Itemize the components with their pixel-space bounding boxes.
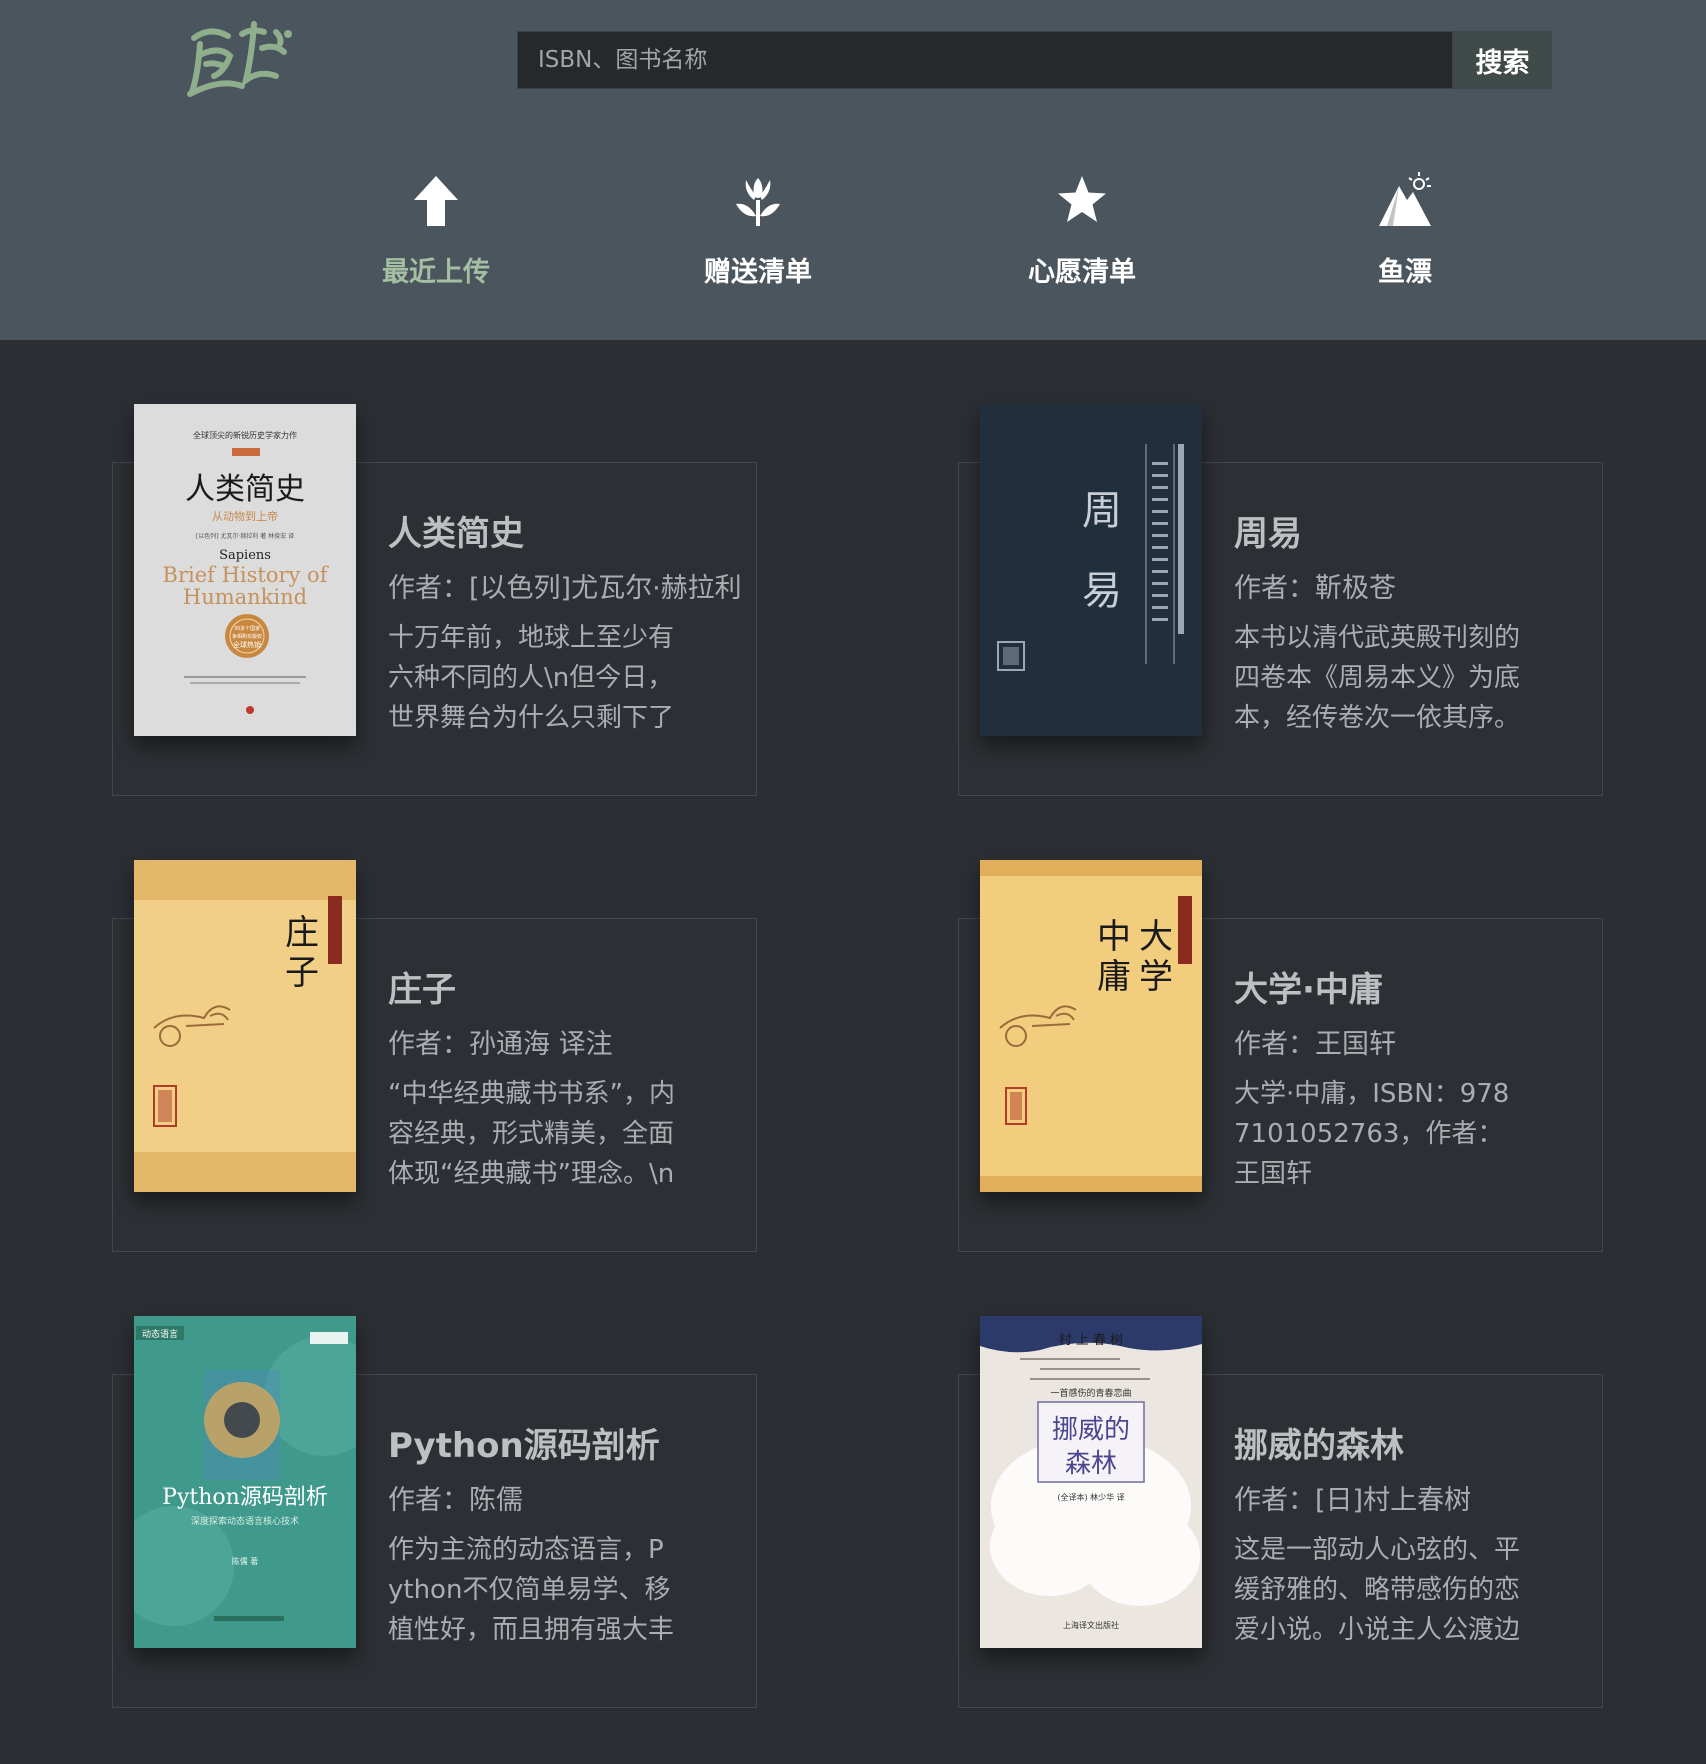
book-cover[interactable]: 村 上 春 树 一首感伤的青春恋曲 挪威的 森林 (全译本) 林少华 译 上海译…: [980, 1316, 1202, 1648]
nav-wish-list[interactable]: 心愿清单: [982, 170, 1182, 290]
book-title[interactable]: Python源码剖析: [388, 1418, 660, 1467]
book-author: 作者：[日]村上春树: [1234, 1485, 1472, 1516]
book-summary: 大学·中庸，ISBN：9787101052763，作者：王国轩: [1234, 1079, 1510, 1189]
svg-text:挪威的: 挪威的: [1052, 1415, 1130, 1445]
svg-text:陈儒 著: 陈儒 著: [232, 1556, 259, 1566]
book-cover[interactable]: 庄 子: [134, 860, 356, 1192]
book-cover[interactable]: 大 学 中 庸: [980, 860, 1202, 1192]
star-icon: [1058, 176, 1106, 222]
book-author: 作者：靳极苍: [1234, 573, 1396, 604]
svg-text:上海译文出版社: 上海译文出版社: [1063, 1620, 1119, 1630]
cover-python-source: 动态语言 Python源码剖析 深度探索动态语言核心技术 陈儒 著: [134, 1316, 356, 1648]
svg-text:中: 中: [1097, 917, 1131, 957]
svg-text:[以色列] 尤瓦尔·赫拉利 著 林俊宏 译: [以色列] 尤瓦尔·赫拉利 著 林俊宏 译: [196, 532, 294, 540]
nav-label: 心愿清单: [1028, 257, 1136, 288]
search-button[interactable]: 搜索: [1453, 31, 1552, 89]
cover-norwegian-wood: 村 上 春 树 一首感伤的青春恋曲 挪威的 森林 (全译本) 林少华 译 上海译…: [980, 1316, 1202, 1648]
book-title[interactable]: 庄子: [388, 962, 456, 1011]
book-title[interactable]: 大学·中庸: [1234, 962, 1383, 1011]
book-summary: 这是一部动人心弦的、平缓舒雅的、略带感伤的恋爱小说。小说主人公渡边以第一: [1234, 1535, 1521, 1645]
book-cover[interactable]: 周 易: [980, 404, 1202, 736]
book-title[interactable]: 挪威的森林: [1234, 1418, 1404, 1467]
cover-daxue-zhongyong: 大 学 中 庸: [980, 860, 1202, 1192]
svg-text:庄: 庄: [285, 913, 319, 953]
svg-text:(全译本) 林少华 译: (全译本) 林少华 译: [1057, 1492, 1124, 1502]
book-summary: 本书以清代武英殿刊刻的四卷本《周易本义》为底本，经传卷次一依其序。将《周: [1234, 623, 1521, 733]
book-cover[interactable]: 动态语言 Python源码剖析 深度探索动态语言核心技术 陈儒 著: [134, 1316, 356, 1648]
svg-text:从动物到上帝: 从动物到上帝: [212, 509, 278, 523]
book-title[interactable]: 周易: [1234, 506, 1302, 555]
svg-text:Humankind: Humankind: [183, 585, 307, 609]
nav-recent-uploads[interactable]: 最近上传: [336, 170, 536, 290]
mountain-icon: [1379, 172, 1431, 226]
book-summary: 作为主流的动态语言，Python不仅简单易学、移植性好，而且拥有强大丰富的: [388, 1535, 675, 1645]
svg-text:30多个国家: 30多个国家: [234, 625, 260, 632]
upload-arrow-icon: [414, 176, 458, 226]
nav-label: 赠送清单: [704, 257, 812, 288]
svg-text:一首感伤的青春恋曲: 一首感伤的青春恋曲: [1050, 1387, 1131, 1399]
nav-gift-list[interactable]: 赠送清单: [658, 170, 858, 290]
book-summary: “中华经典藏书书系”，内容经典，形式精美，全面体现“经典藏书”理念。\n《庄: [388, 1079, 675, 1189]
svg-text:易: 易: [1082, 568, 1122, 614]
nav-label: 最近上传: [382, 257, 490, 288]
site-logo[interactable]: [180, 14, 295, 104]
svg-text:Brief History of: Brief History of: [163, 563, 330, 587]
svg-text:深度探索动态语言核心技术: 深度探索动态语言核心技术: [191, 1515, 299, 1527]
cover-zhouyi: 周 易: [980, 404, 1202, 736]
svg-text:子: 子: [285, 953, 319, 993]
search-input-wrapper[interactable]: [517, 31, 1453, 89]
book-author: 作者：[以色列]尤瓦尔·赫拉利: [388, 573, 742, 604]
svg-text:村 上 春 树: 村 上 春 树: [1059, 1333, 1123, 1348]
nav-label: 鱼漂: [1378, 257, 1432, 288]
main-nav: 最近上传 赠送清单 心愿清单 鱼漂: [0, 170, 1706, 300]
svg-text:Sapiens: Sapiens: [219, 548, 271, 563]
svg-text:全球热销: 全球热销: [233, 640, 261, 649]
cover-sapiens: 全球顶尖的新锐历史学家力作 人类简史 从动物到上帝 [以色列] 尤瓦尔·赫拉利 …: [134, 404, 356, 736]
book-summary: 十万年前，地球上至少有六种不同的人\n但今日，世界舞台为什么只剩下了我们自: [388, 623, 675, 733]
book-author: 作者：孙通海 译注: [388, 1029, 613, 1060]
search-input[interactable]: [538, 47, 1452, 73]
svg-text:周: 周: [1082, 488, 1122, 534]
logo-brush-icon: [187, 21, 292, 97]
svg-text:学: 学: [1139, 957, 1173, 997]
svg-text:争相购买版权: 争相购买版权: [232, 633, 262, 640]
book-title[interactable]: 人类简史: [388, 506, 524, 555]
book-cover[interactable]: 全球顶尖的新锐历史学家力作 人类简史 从动物到上帝 [以色列] 尤瓦尔·赫拉利 …: [134, 404, 356, 736]
svg-text:森林: 森林: [1065, 1449, 1117, 1479]
book-author: 作者：王国轩: [1234, 1029, 1396, 1060]
svg-text:动态语言: 动态语言: [142, 1328, 178, 1340]
svg-text:全球顶尖的新锐历史学家力作: 全球顶尖的新锐历史学家力作: [193, 430, 297, 440]
nav-drift[interactable]: 鱼漂: [1305, 170, 1505, 290]
cover-zhuangzi: 庄 子: [134, 860, 356, 1192]
book-author: 作者：陈儒: [388, 1485, 523, 1516]
svg-text:庸: 庸: [1097, 957, 1131, 997]
header-bar: 搜索 最近上传 赠送清单 心愿清单: [0, 0, 1706, 340]
svg-text:人类简史: 人类简史: [185, 472, 305, 507]
svg-text:大: 大: [1139, 917, 1173, 957]
flower-icon: [736, 178, 780, 226]
svg-text:Python源码剖析: Python源码剖析: [162, 1485, 328, 1510]
